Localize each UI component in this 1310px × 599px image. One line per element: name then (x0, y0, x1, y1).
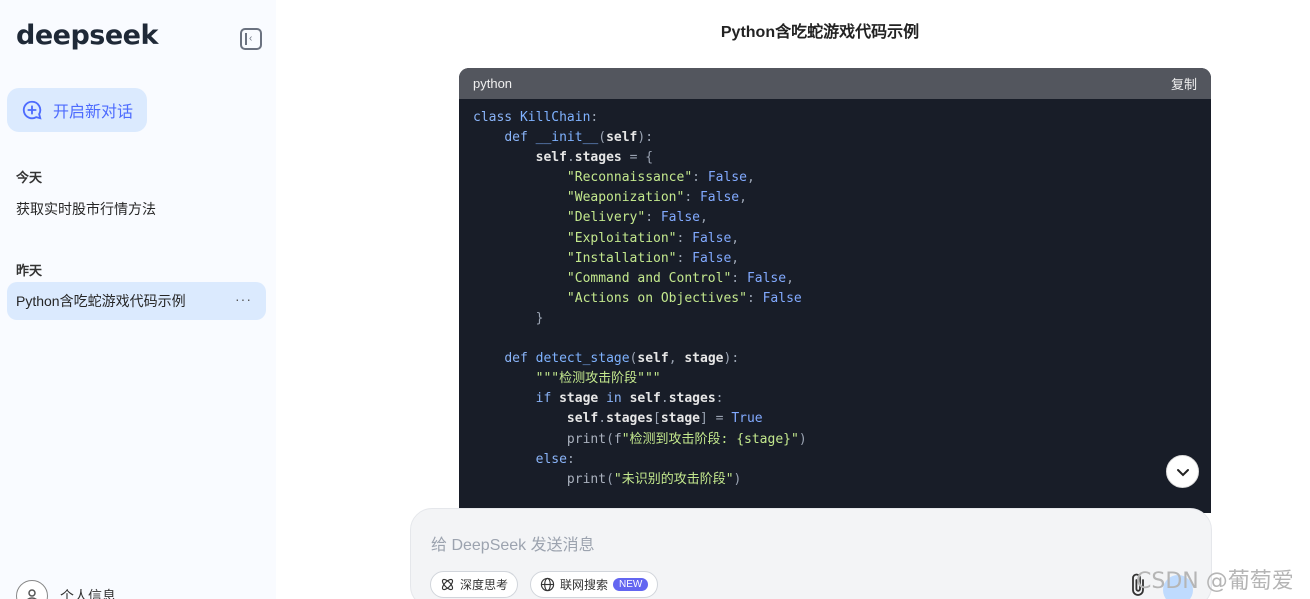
code-language: python (473, 76, 513, 91)
chat-item[interactable]: 获取实时股市行情方法 (7, 190, 266, 228)
user-avatar-icon (16, 580, 48, 599)
code-line: class KillChain: (473, 110, 599, 125)
deep-think-toggle[interactable]: 深度思考 (430, 571, 519, 598)
code-line: "Actions on Objectives": False (566, 290, 802, 306)
code-line: "Delivery": False, (566, 210, 708, 226)
code-content: class KillChain: def __init__(self): sel… (459, 99, 1211, 499)
new-chat-button[interactable]: 开启新对话 (7, 88, 147, 132)
code-block: python 复制 class KillChain: def __init__(… (459, 68, 1211, 513)
watermark: CSDN @葡萄爱 (1136, 569, 1294, 594)
code-line: "Exploitation": False, (566, 230, 740, 246)
chat-item-active[interactable]: Python含吃蛇游戏代码示例 ··· (7, 282, 266, 320)
code-line: "Command and Control": False, (566, 270, 794, 286)
more-options-icon[interactable]: ··· (235, 291, 252, 307)
scroll-to-bottom-button[interactable] (1166, 455, 1199, 488)
collapse-sidebar-button[interactable]: ‹ (240, 28, 262, 50)
code-line: """检测攻击阶段""" (535, 371, 661, 387)
app-window: deepseek ‹ 开启新对话 今天 获取实时股市行情方法 昨天 Python… (0, 0, 1310, 599)
message-input[interactable]: 给 DeepSeek 发送消息 (431, 531, 595, 555)
message-composer: 给 DeepSeek 发送消息 深度思考 联网搜索 NEW (410, 508, 1212, 599)
deepseek-logo: deepseek (16, 20, 158, 51)
new-badge: NEW (613, 578, 649, 591)
profile-menu[interactable]: 个人信息 (16, 580, 116, 599)
code-line: def detect_stage(self, stage): (504, 351, 740, 367)
code-line: def __init__(self): (504, 130, 654, 146)
web-search-label: 联网搜索 (560, 578, 609, 592)
new-chat-icon (22, 100, 42, 120)
code-line: self.stages[stage] = True (566, 411, 763, 427)
sidebar: deepseek ‹ 开启新对话 今天 获取实时股市行情方法 昨天 Python… (0, 0, 276, 599)
code-line: } (535, 310, 544, 326)
profile-label: 个人信息 (60, 588, 116, 599)
new-chat-label: 开启新对话 (53, 104, 134, 121)
atom-icon (441, 578, 454, 591)
code-line: "Weaponization": False, (566, 190, 747, 206)
section-label-yesterday: 昨天 (16, 263, 43, 278)
chat-item-label: Python含吃蛇游戏代码示例 (16, 293, 186, 309)
code-line: print("未识别的攻击阶段") (473, 471, 742, 487)
chevron-left-icon: ‹ (249, 33, 253, 44)
chevron-down-icon (1176, 468, 1189, 476)
sidebar-panel-icon (245, 33, 247, 45)
section-label-today: 今天 (16, 170, 43, 185)
globe-icon (540, 577, 555, 592)
code-line: print(f"检测到攻击阶段: {stage}") (473, 431, 807, 447)
chat-item-label: 获取实时股市行情方法 (16, 201, 156, 217)
deep-think-label: 深度思考 (460, 578, 509, 592)
chat-main: Python含吃蛇游戏代码示例 python 复制 class KillChai… (276, 0, 1310, 599)
code-line: else: (535, 451, 575, 467)
conversation-title: Python含吃蛇游戏代码示例 (720, 24, 920, 41)
web-search-toggle[interactable]: 联网搜索 NEW (530, 571, 659, 598)
code-line: if stage in self.stages: (535, 391, 724, 407)
code-header: python 复制 (459, 68, 1211, 99)
copy-code-button[interactable]: 复制 (1171, 74, 1197, 93)
code-line: "Installation": False, (566, 250, 740, 266)
code-line: self.stages = { (535, 150, 654, 166)
code-line: "Reconnaissance": False, (566, 170, 755, 186)
